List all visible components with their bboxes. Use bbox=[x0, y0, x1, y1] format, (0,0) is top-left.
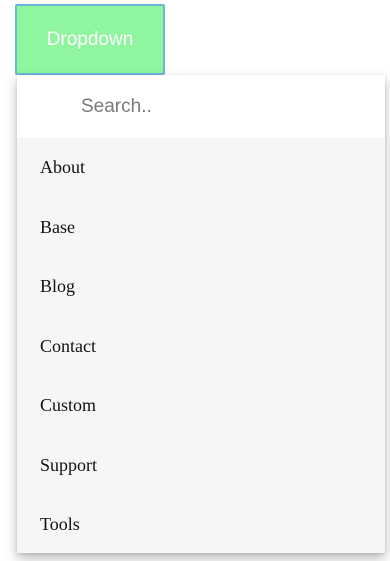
menu-item-about[interactable]: About bbox=[17, 138, 385, 198]
menu-item-tools[interactable]: Tools bbox=[17, 495, 385, 553]
menu-item-blog[interactable]: Blog bbox=[17, 257, 385, 317]
menu-list: About Base Blog Contact Custom Support T… bbox=[17, 138, 385, 553]
search-input[interactable] bbox=[81, 95, 361, 118]
dropdown-menu: About Base Blog Contact Custom Support T… bbox=[17, 75, 385, 553]
menu-item-support[interactable]: Support bbox=[17, 436, 385, 496]
menu-item-custom[interactable]: Custom bbox=[17, 376, 385, 436]
search-box bbox=[17, 75, 385, 138]
menu-item-contact[interactable]: Contact bbox=[17, 317, 385, 377]
dropdown-button[interactable]: Dropdown bbox=[15, 4, 165, 75]
menu-item-base[interactable]: Base bbox=[17, 198, 385, 258]
